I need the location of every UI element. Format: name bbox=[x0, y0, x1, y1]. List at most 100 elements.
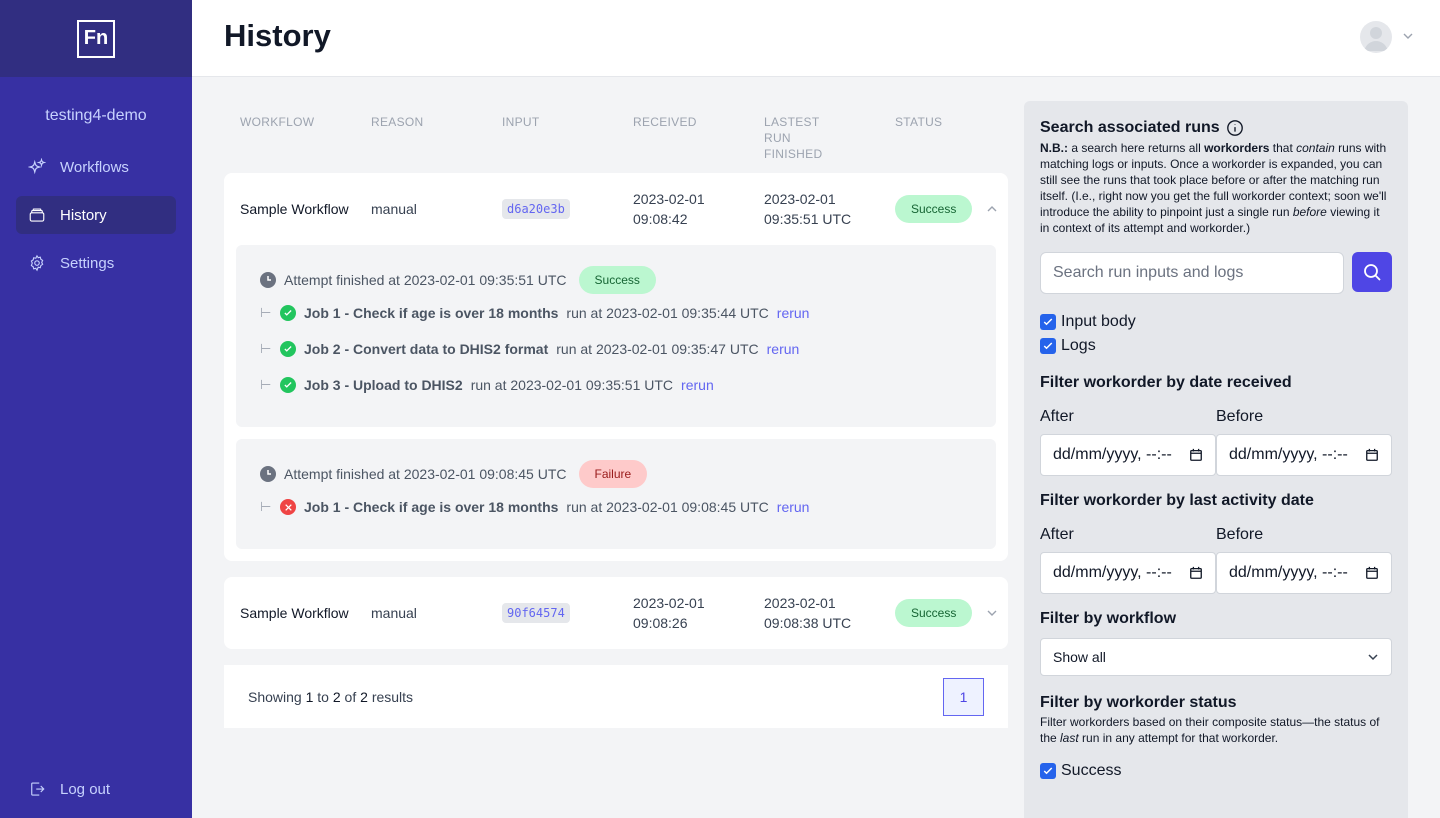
sidebar-item-label: History bbox=[60, 206, 107, 224]
summary-total: 2 bbox=[360, 688, 368, 705]
summary-to: 2 bbox=[332, 688, 341, 705]
sidebar-item-history[interactable]: History bbox=[16, 196, 176, 234]
chevron-down-icon bbox=[1368, 654, 1378, 661]
tree-branch-icon: ⊢ bbox=[260, 377, 272, 392]
calendar-icon[interactable] bbox=[1189, 566, 1203, 580]
search-input[interactable]: Search run inputs and logs bbox=[1040, 252, 1344, 294]
received-time: 09:08:26 bbox=[633, 615, 688, 631]
last-activity-title: Filter workorder by last activity date bbox=[1040, 492, 1314, 509]
check-circle-icon bbox=[280, 305, 296, 321]
logout-link[interactable]: Log out bbox=[16, 772, 176, 806]
check-circle-icon bbox=[280, 377, 296, 393]
attempt-status-badge: Failure bbox=[578, 460, 648, 488]
summary-text: of bbox=[344, 688, 357, 705]
rerun-link[interactable]: rerun bbox=[777, 499, 810, 515]
workflow-select[interactable]: Show all bbox=[1040, 638, 1392, 676]
run-row: ⊢ Job 1 - Check if age is over 18 months… bbox=[260, 489, 972, 525]
table-header: WORKFLOW REASON INPUT RECEIVED LASTEST R… bbox=[224, 101, 1008, 173]
activity-after-input[interactable]: dd/mm/yyyy, --:-- bbox=[1040, 552, 1216, 594]
logout-icon bbox=[31, 782, 45, 796]
job-name[interactable]: Job 2 - Convert data to DHIS2 format bbox=[304, 341, 548, 357]
search-row: Search run inputs and logs bbox=[1040, 252, 1392, 294]
summary-from: 1 bbox=[305, 688, 314, 705]
finished-date: 2023-02-01 bbox=[764, 191, 836, 207]
checkbox-label: Logs bbox=[1061, 337, 1096, 354]
activity-before-input[interactable]: dd/mm/yyyy, --:-- bbox=[1216, 552, 1392, 594]
received-time: 09:08:42 bbox=[633, 211, 688, 227]
sidebar-item-label: Workflows bbox=[60, 158, 129, 176]
chevron-down-icon[interactable] bbox=[986, 607, 998, 619]
note-italic: contain bbox=[1296, 141, 1335, 155]
history-table: WORKFLOW REASON INPUT RECEIVED LASTEST R… bbox=[224, 101, 1008, 728]
rerun-link[interactable]: rerun bbox=[767, 341, 800, 357]
workorder-card: Sample Workflow manual d6a20e3b 2023-02-… bbox=[224, 173, 1008, 561]
calendar-icon[interactable] bbox=[1365, 448, 1379, 462]
job-name[interactable]: Job 1 - Check if age is over 18 months bbox=[304, 499, 558, 515]
calendar-icon[interactable] bbox=[1365, 566, 1379, 580]
checkbox-logs[interactable]: Logs bbox=[1040, 334, 1392, 358]
chevron-down-icon[interactable] bbox=[1402, 30, 1414, 42]
tree-branch-icon: ⊢ bbox=[260, 341, 272, 356]
user-icon bbox=[1364, 27, 1388, 51]
input-chip[interactable]: d6a20e3b bbox=[502, 199, 570, 219]
workflow-filter-title: Filter by workflow bbox=[1040, 610, 1177, 627]
job-name[interactable]: Job 1 - Check if age is over 18 months bbox=[304, 305, 558, 321]
after-label: After bbox=[1040, 526, 1074, 543]
table-row[interactable]: Sample Workflow manual 90f64574 2023-02-… bbox=[224, 577, 1008, 649]
search-button[interactable] bbox=[1352, 252, 1392, 292]
run-time: run at 2023-02-01 09:35:44 UTC bbox=[566, 305, 769, 321]
checkbox-input-body[interactable]: Input body bbox=[1040, 310, 1392, 334]
summary-text: results bbox=[371, 688, 414, 705]
page-button[interactable]: 1 bbox=[943, 677, 984, 716]
page-header: History bbox=[192, 0, 1440, 77]
date-received-range: After dd/mm/yyyy, --:-- Before dd/mm/yyy… bbox=[1040, 408, 1392, 476]
column-header: WORKFLOW bbox=[240, 115, 315, 129]
date-placeholder: dd/mm/yyyy, --:-- bbox=[1053, 564, 1172, 581]
received-cell: 2023-02-01 09:08:42 bbox=[617, 189, 748, 229]
input-chip[interactable]: 90f64574 bbox=[502, 603, 570, 623]
checkbox-status-success[interactable]: Success bbox=[1040, 759, 1392, 783]
column-header: INPUT bbox=[502, 115, 540, 129]
info-icon[interactable] bbox=[1226, 119, 1244, 137]
sidebar-item-settings[interactable]: Settings bbox=[16, 244, 176, 282]
job-name[interactable]: Job 3 - Upload to DHIS2 bbox=[304, 377, 463, 393]
finished-cell: 2023-02-01 09:08:38 UTC bbox=[748, 593, 879, 633]
note-lead: N.B.: bbox=[1040, 141, 1068, 155]
filter-panel: Search associated runs N.B.: a search he… bbox=[1024, 101, 1408, 818]
summary-text: to bbox=[317, 688, 329, 705]
avatar[interactable] bbox=[1360, 21, 1392, 53]
rerun-link[interactable]: rerun bbox=[777, 305, 810, 321]
checkbox-label: Success bbox=[1061, 762, 1122, 779]
received-after-input[interactable]: dd/mm/yyyy, --:-- bbox=[1040, 434, 1216, 476]
checkbox-checked-icon[interactable] bbox=[1040, 314, 1056, 330]
date-received-title: Filter workorder by date received bbox=[1040, 374, 1292, 391]
date-placeholder: dd/mm/yyyy, --:-- bbox=[1229, 446, 1348, 463]
app-logo[interactable]: Fn bbox=[77, 19, 115, 58]
table-row[interactable]: Sample Workflow manual d6a20e3b 2023-02-… bbox=[224, 173, 1008, 245]
received-date: 2023-02-01 bbox=[633, 595, 705, 611]
summary-text: Showing bbox=[248, 688, 302, 705]
tree-branch-icon: ⊢ bbox=[260, 305, 272, 320]
checkbox-checked-icon[interactable] bbox=[1040, 763, 1056, 779]
received-cell: 2023-02-01 09:08:26 bbox=[617, 593, 748, 633]
run-row: ⊢ Job 2 - Convert data to DHIS2 format r… bbox=[260, 331, 972, 367]
sidebar-item-workflows[interactable]: Workflows bbox=[16, 148, 176, 186]
note-text: that bbox=[1269, 141, 1297, 155]
calendar-icon[interactable] bbox=[1189, 448, 1203, 462]
search-icon bbox=[1364, 264, 1381, 281]
run-time: run at 2023-02-01 09:08:45 UTC bbox=[566, 499, 769, 515]
checkbox-checked-icon[interactable] bbox=[1040, 338, 1056, 354]
run-row: ⊢ Job 3 - Upload to DHIS2 run at 2023-02… bbox=[260, 367, 972, 403]
note-italic: before bbox=[1292, 205, 1327, 219]
chevron-up-icon[interactable] bbox=[986, 203, 998, 215]
workorder-card: Sample Workflow manual 90f64574 2023-02-… bbox=[224, 577, 1008, 649]
reason: manual bbox=[371, 605, 417, 621]
rerun-link[interactable]: rerun bbox=[681, 377, 714, 393]
attempt-card: Attempt finished at 2023-02-01 09:35:51 … bbox=[236, 245, 996, 427]
before-label: Before bbox=[1216, 408, 1264, 425]
reason: manual bbox=[371, 201, 417, 217]
received-before-input[interactable]: dd/mm/yyyy, --:-- bbox=[1216, 434, 1392, 476]
attempt-label: Attempt finished at 2023-02-01 09:08:45 … bbox=[284, 466, 567, 482]
finished-time: 09:08:38 UTC bbox=[764, 615, 852, 631]
checkbox-label: Input body bbox=[1061, 313, 1136, 330]
